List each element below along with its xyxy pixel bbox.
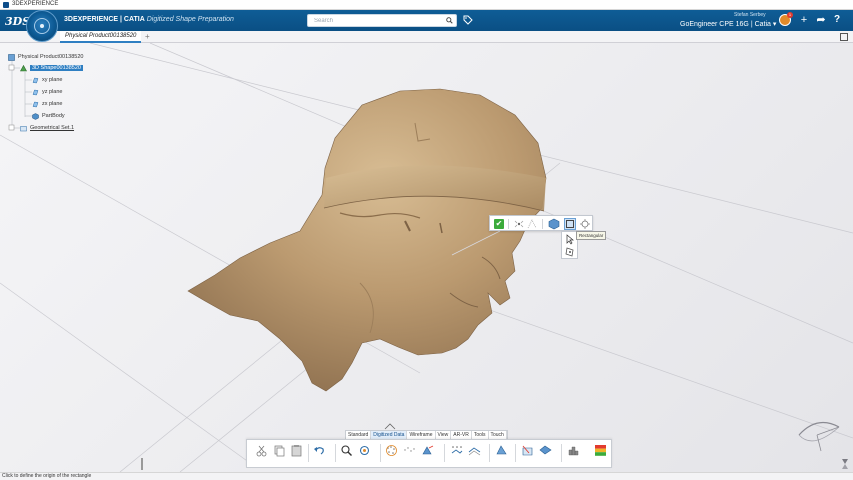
separator — [444, 444, 445, 462]
separator — [508, 219, 509, 229]
split-mesh-icon[interactable] — [539, 444, 552, 457]
brand-app: Digitized Shape Preparation — [146, 16, 234, 23]
add-tab-button[interactable]: + — [145, 31, 150, 42]
app-header: 3DS 3DEXPERIENCE | CATIA Digitized Shape… — [0, 10, 853, 31]
separator — [335, 444, 336, 462]
action-bar-grip-icon[interactable] — [384, 423, 396, 430]
compass-center — [40, 24, 44, 28]
3d-viewport[interactable] — [0, 43, 853, 472]
3d-scene — [0, 43, 853, 472]
tree-connectors — [8, 61, 32, 131]
action-tab-view[interactable]: View — [436, 431, 452, 439]
search-input[interactable] — [308, 15, 440, 26]
brush-select-icon[interactable] — [579, 218, 591, 230]
cut-icon[interactable] — [255, 444, 268, 457]
rotate-view-icon[interactable] — [358, 444, 371, 457]
curvature-analysis-icon[interactable] — [594, 444, 607, 457]
viewport-marker — [141, 458, 143, 470]
user-name: Stefan Serbey — [734, 12, 766, 18]
os-window-title: 3DEXPERIENCE — [12, 1, 59, 7]
separator — [380, 444, 381, 462]
tree-label: yz plane — [42, 89, 63, 95]
action-tab-touch[interactable]: Touch — [489, 431, 507, 439]
scan-mesh[interactable] — [187, 88, 547, 392]
confirm-check-icon[interactable]: ✔ — [494, 219, 504, 229]
separator — [308, 444, 309, 462]
zoom-icon[interactable] — [840, 458, 850, 470]
tab-physical-product[interactable]: Physical Product00138520 — [60, 31, 142, 43]
copy-icon[interactable] — [273, 444, 286, 457]
brand-prefix: 3D — [64, 16, 73, 23]
offset-mesh-icon[interactable] — [468, 444, 481, 457]
action-bar — [246, 439, 612, 468]
activate-cloud-icon[interactable] — [385, 444, 398, 457]
tree-label: PartBody — [42, 113, 65, 119]
notification-badge: 1 — [787, 12, 793, 18]
deviation-analysis-icon[interactable] — [567, 444, 580, 457]
os-title-bar: 3DEXPERIENCE — [0, 0, 853, 10]
compass-icon[interactable] — [26, 10, 58, 42]
brand-main: EXPERIENCE | CATIA — [72, 16, 145, 23]
paste-icon[interactable] — [290, 444, 303, 457]
rectangle-icon — [566, 220, 574, 228]
action-bar-tabs: Standard Digitized Data Wireframe View AR-VR… — [345, 430, 508, 439]
add-icon[interactable]: + — [798, 14, 810, 26]
maximize-icon[interactable] — [840, 33, 848, 41]
tree-label: zx plane — [42, 101, 63, 107]
status-bar: Click to define the origin of the rectan… — [0, 472, 853, 480]
tooltip: Rectangular — [576, 231, 607, 240]
tab-bar: Physical Product00138520 + — [0, 31, 853, 43]
brand-title: 3DEXPERIENCE | CATIA Digitized Shape Pre… — [64, 16, 234, 23]
separator — [489, 444, 490, 462]
undo-icon[interactable] — [313, 444, 326, 457]
help-icon[interactable]: ? — [831, 14, 843, 26]
separator — [515, 444, 516, 462]
curve-projection-icon[interactable] — [521, 444, 534, 457]
search-icon[interactable] — [446, 17, 453, 24]
box-select-icon[interactable] — [548, 218, 560, 230]
app-icon — [3, 2, 9, 8]
point-select-icon[interactable] — [513, 218, 525, 230]
mesh-creation-icon[interactable] — [450, 444, 463, 457]
action-tab-tools[interactable]: Tools — [472, 431, 489, 439]
share-icon[interactable]: ➦ — [815, 14, 827, 26]
filter-cloud-icon[interactable] — [403, 444, 416, 457]
user-collaborative-space[interactable]: GoEngineer CPE 16G | Catia ▾ — [680, 20, 776, 28]
tree-label: xy plane — [42, 77, 63, 83]
polygon-trap-icon[interactable] — [564, 246, 576, 258]
zoom-fit-icon[interactable] — [340, 444, 353, 457]
align-cloud-icon[interactable] — [421, 444, 434, 457]
action-tab-standard[interactable]: Standard — [346, 431, 372, 439]
action-tab-digitized-data[interactable]: Digitized Data — [371, 431, 408, 439]
rectangular-trap-button[interactable] — [564, 218, 576, 230]
tag-icon[interactable] — [463, 15, 473, 25]
search-box[interactable] — [307, 14, 457, 27]
cursor-select-icon[interactable] — [564, 234, 576, 245]
action-tab-wireframe[interactable]: Wireframe — [407, 431, 436, 439]
context-toolbar: ✔ — [489, 215, 593, 231]
separator — [561, 444, 562, 462]
status-text: Click to define the origin of the rectan… — [2, 473, 92, 479]
action-tab-ar-vr[interactable]: AR-VR — [451, 431, 472, 439]
view-orientation-icon[interactable] — [795, 415, 845, 455]
mesh-cleaner-icon[interactable] — [495, 444, 508, 457]
trap-select-icon[interactable] — [526, 218, 538, 230]
separator — [542, 219, 543, 229]
